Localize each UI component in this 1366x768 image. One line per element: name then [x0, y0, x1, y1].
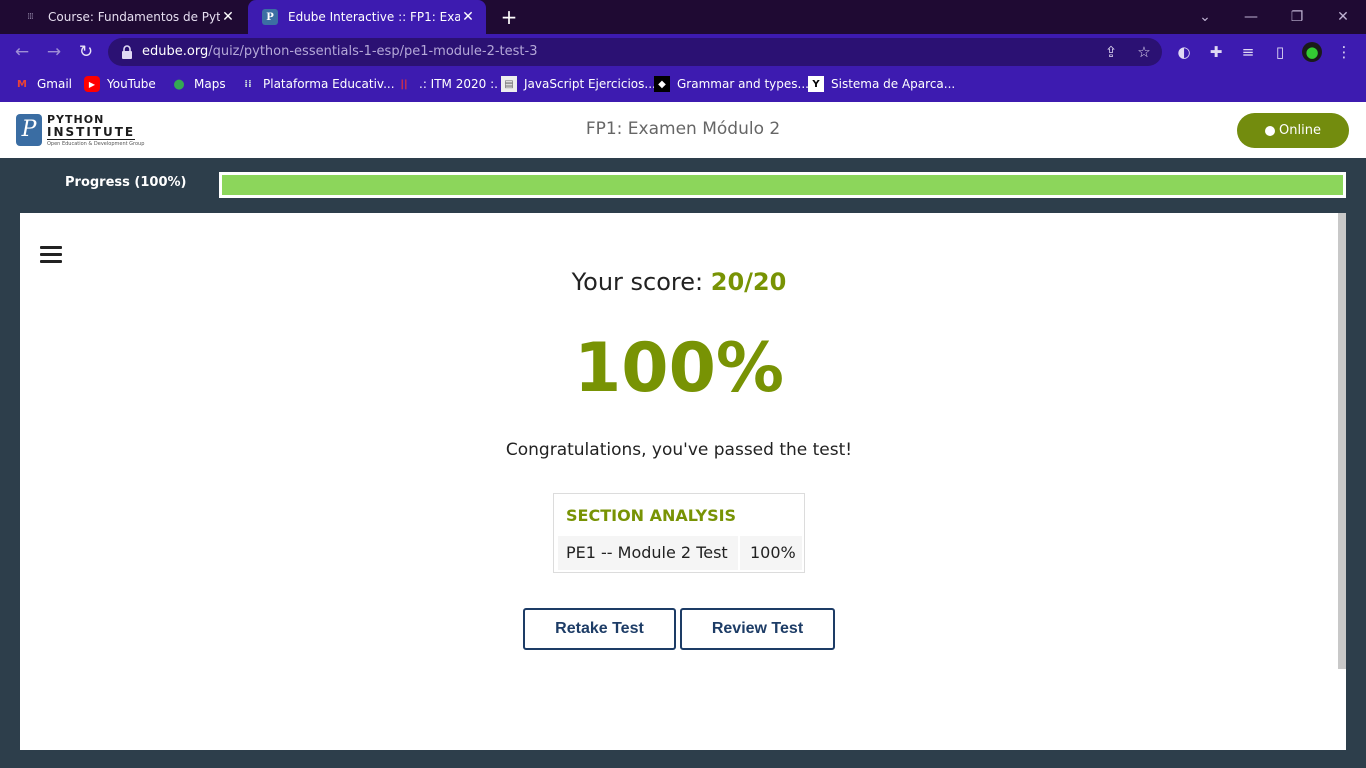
pass-message: Congratulations, you've passed the test!	[505, 440, 853, 460]
mdn-icon: ◆	[654, 76, 670, 92]
bookmark-label: Plataforma Educativ...	[263, 77, 395, 91]
score-label: Your score:	[571, 268, 704, 296]
url-text: edube.org/quiz/python-essentials-1-esp/p…	[142, 44, 538, 59]
bookmark-label: Grammar and types...	[677, 77, 809, 91]
bookmark-label: Sistema de Aparca...	[831, 77, 956, 91]
lock-icon	[122, 45, 132, 59]
table-row: PE1 -- Module 2 Test 100%	[558, 536, 802, 570]
status-dot-icon	[1265, 125, 1276, 136]
profile-avatar-icon[interactable]: ●	[1302, 42, 1322, 62]
bookmark-plataforma[interactable]: ⁞⁞ Plataforma Educativ...	[240, 70, 395, 98]
quiz-result-panel: Your score: 20/20 100% Congratulations, …	[20, 213, 1346, 750]
extension-icon[interactable]: ◐	[1174, 42, 1194, 62]
close-icon[interactable]: ✕	[220, 9, 236, 25]
progress-label: Progress (100%)	[65, 175, 187, 190]
bookmark-star-icon[interactable]: ☆	[1134, 42, 1154, 62]
progress-row: Progress (100%)	[0, 158, 1366, 213]
window-close-icon[interactable]: ✕	[1320, 0, 1366, 34]
cisco-dots-icon: ⁞⁞	[244, 78, 252, 90]
reload-icon[interactable]: ↻	[74, 40, 98, 64]
bookmark-javascript[interactable]: ▤ JavaScript Ejercicios...	[501, 70, 656, 98]
gmail-icon: M	[17, 78, 27, 90]
tab-search-icon[interactable]: ⌄	[1182, 0, 1228, 34]
bookmark-label: Maps	[194, 77, 226, 91]
logo-tagline: Open Education & Development Group	[47, 141, 145, 147]
y-icon: Y	[808, 76, 824, 92]
share-icon[interactable]: ⇪	[1101, 42, 1121, 62]
site-header: P PYTHON INSTITUTE Open Education & Deve…	[0, 102, 1366, 158]
cisco-dots-icon: ⁞⁞⁞	[27, 12, 34, 22]
bookmark-itm[interactable]: || .: ITM 2020 :.	[396, 70, 498, 98]
scrollbar[interactable]	[1338, 213, 1346, 669]
score-value: 20/20	[710, 268, 787, 296]
bookmark-sistema[interactable]: Y Sistema de Aparca...	[808, 70, 955, 98]
browser-toolbar: ← → ↻ edube.org/quiz/python-essentials-1…	[0, 34, 1366, 70]
section-analysis-heading: SECTION ANALYSIS	[566, 506, 737, 525]
tab-title: Course: Fundamentos de Python	[48, 10, 220, 24]
restore-icon[interactable]: ❐	[1274, 0, 1320, 34]
tab-title: Edube Interactive :: FP1: Examen	[288, 10, 460, 24]
page-icon: ▤	[501, 76, 517, 92]
bookmark-label: JavaScript Ejercicios...	[524, 77, 656, 91]
bookmark-label: YouTube	[107, 77, 156, 91]
itm-icon: ||	[400, 78, 408, 90]
progress-bar	[219, 172, 1346, 198]
bookmark-label: Gmail	[37, 77, 73, 91]
bookmark-gmail[interactable]: M Gmail	[14, 70, 72, 98]
forward-icon[interactable]: →	[42, 40, 66, 64]
section-name-cell: PE1 -- Module 2 Test	[558, 536, 738, 570]
maps-icon: ●	[173, 76, 185, 92]
media-control-icon[interactable]: ≡	[1238, 42, 1258, 62]
tab-edube[interactable]: P Edube Interactive :: FP1: Examen ✕	[248, 0, 486, 34]
bookmark-maps[interactable]: ● Maps	[171, 70, 226, 98]
address-bar[interactable]: edube.org/quiz/python-essentials-1-esp/p…	[108, 38, 1162, 66]
menu-kebab-icon[interactable]: ⋮	[1334, 42, 1354, 62]
close-icon[interactable]: ✕	[460, 9, 476, 25]
score-line: Your score: 20/20	[20, 268, 1338, 296]
progress-fill	[222, 175, 1343, 195]
review-test-button[interactable]: Review Test	[680, 608, 835, 650]
online-status-button[interactable]: Online	[1237, 113, 1349, 148]
new-tab-button[interactable]: +	[498, 6, 520, 28]
status-label: Online	[1279, 123, 1321, 138]
youtube-icon: ▶	[84, 76, 100, 92]
section-score-cell: 100%	[740, 536, 802, 570]
python-institute-icon: P	[262, 9, 278, 25]
retake-test-button[interactable]: Retake Test	[523, 608, 676, 650]
bookmark-grammar[interactable]: ◆ Grammar and types...	[654, 70, 809, 98]
bookmarks-bar: M Gmail ▶ YouTube ● Maps ⁞⁞ Plataforma E…	[0, 70, 1366, 102]
minimize-icon[interactable]: —	[1228, 0, 1274, 34]
back-icon[interactable]: ←	[10, 40, 34, 64]
hamburger-menu-icon[interactable]	[40, 246, 62, 264]
tab-course[interactable]: ⁞⁞⁞ Course: Fundamentos de Python ✕	[8, 0, 246, 34]
section-analysis-table: SECTION ANALYSIS PE1 -- Module 2 Test 10…	[553, 493, 805, 573]
bookmark-youtube[interactable]: ▶ YouTube	[84, 70, 156, 98]
puzzle-icon[interactable]: ✚	[1206, 42, 1226, 62]
bookmark-label: .: ITM 2020 :.	[419, 77, 498, 91]
browser-tab-strip: ⁞⁞⁞ Course: Fundamentos de Python ✕ P Ed…	[0, 0, 1366, 34]
score-percentage: 100%	[573, 329, 785, 408]
side-panel-icon[interactable]: ▯	[1270, 42, 1290, 62]
page-title: FP1: Examen Módulo 2	[585, 119, 781, 139]
